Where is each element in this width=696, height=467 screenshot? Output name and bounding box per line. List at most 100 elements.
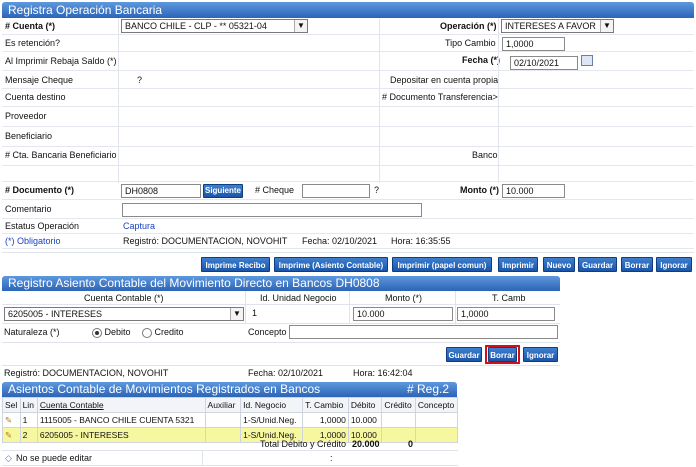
footer-colon: : (330, 453, 333, 463)
asiento-hora-text: Hora: 16:42:04 (353, 368, 413, 378)
toolbar: Imprime Recibo Imprime (Asiento Contable… (2, 252, 694, 275)
row-cuenta: # Cuenta (*) BANCO CHILE - CLP - ** 0532… (2, 18, 694, 35)
table-header-row: Sel Lin Cuenta Contable Auxiliar Id. Neg… (2, 397, 459, 413)
asiento-value-row: 6205005 - INTERESES ▼ 1 10.000 1,0000 (2, 304, 560, 324)
mensaje-cheque-label: Mensaje Cheque (5, 75, 74, 85)
ignorar-button[interactable]: Ignorar (656, 257, 692, 272)
asientos-list-title-text: Asientos Contable de Movimientos Registr… (8, 382, 321, 396)
concepto-input[interactable] (289, 325, 558, 339)
naturaleza-label: Naturaleza (*) (4, 327, 60, 337)
doc-transferencia-label: # Documento Transferencia> (382, 92, 498, 102)
col-concepto: Concepto (414, 397, 459, 413)
guardar-button[interactable]: Guardar (578, 257, 617, 272)
asiento-col-divider (245, 291, 246, 323)
imprimir-papel-button[interactable]: Imprimir (papel comun) (392, 257, 492, 272)
row-destino: Cuenta destino # Documento Transferencia… (2, 89, 694, 107)
chevron-down-icon: ▼ (294, 20, 307, 32)
imprime-recibo-button[interactable]: Imprime Recibo (201, 257, 270, 272)
footer-divider (202, 451, 203, 465)
col-tcamb-label: T. Camb (492, 293, 526, 303)
tipo-cambio-input[interactable]: 1,0000 (502, 37, 565, 51)
asientos-list-title: Asientos Contable de Movimientos Registr… (2, 382, 457, 397)
cuenta-destino-label: Cuenta destino (5, 92, 66, 102)
imprime-asiento-button[interactable]: Imprime (Asiento Contable) (274, 257, 388, 272)
table-row[interactable]: ✎ 1 1115005 - BANCO CHILE CUENTA 5321 1-… (2, 412, 459, 428)
debito-radio[interactable] (92, 327, 102, 338)
nuevo-button[interactable]: Nuevo (543, 257, 575, 272)
form-title: Registra Operación Bancaria (2, 2, 694, 18)
siguiente-button[interactable]: Siguiente (203, 184, 243, 198)
cheque-input[interactable] (302, 184, 370, 198)
row-mensaje: Mensaje Cheque ? Depositar en cuenta pro… (2, 71, 694, 89)
monto-input[interactable]: 10.000 (502, 184, 565, 198)
asiento-col-divider (349, 291, 350, 323)
asiento-buttons-row: Guardar Borrar Ignorar (2, 342, 560, 366)
cta-bancaria-label: # Cta. Bancaria Beneficiario (5, 150, 117, 160)
col-debito: Débito (347, 397, 383, 413)
comentario-label: Comentario (5, 204, 52, 214)
form-col-divider (118, 18, 119, 183)
operacion-select[interactable]: INTERESES A FAVOR ▼ (501, 19, 614, 33)
documento-input[interactable]: DH0808 (121, 184, 201, 198)
cell-auxiliar (204, 412, 242, 428)
comentario-input[interactable] (122, 203, 422, 217)
tipo-cambio-label: Tipo Cambio (445, 38, 496, 48)
asiento-header-row: Cuenta Contable (*) Id. Unidad Negocio M… (2, 291, 560, 305)
operacion-select-value: INTERESES A FAVOR (505, 21, 596, 31)
col-tcambio: T. Cambio (302, 397, 349, 413)
obligatorio-label: (*) Obligatorio (5, 236, 61, 246)
cuenta-select-value: BANCO CHILE - CLP - ** 05321-04 (125, 21, 267, 31)
row-comentario: Comentario (2, 200, 694, 219)
cuenta-select[interactable]: BANCO CHILE - CLP - ** 05321-04 ▼ (121, 19, 308, 33)
imprimir-button[interactable]: Imprimir (498, 257, 538, 272)
row-proveedor: Proveedor (2, 107, 694, 127)
operacion-label: Operación (*) (440, 21, 497, 31)
asiento-cuenta-select[interactable]: 6205005 - INTERESES ▼ (4, 307, 244, 321)
chevron-down-icon: ▼ (600, 20, 613, 32)
beneficiario-label: Beneficiario (5, 131, 53, 141)
asiento-panel: Cuenta Contable (*) Id. Unidad Negocio M… (2, 291, 560, 381)
debito-radio-group[interactable]: Debito (92, 327, 131, 338)
cell-negocio: 1-S/Unid.Neg. (240, 412, 304, 428)
asiento-tcamb-input[interactable]: 1,0000 (457, 307, 555, 321)
asiento-monto-input[interactable]: 10.000 (353, 307, 453, 321)
asiento-fecha-text: Fecha: 02/10/2021 (248, 368, 324, 378)
fecha-input[interactable]: 02/10/2021 (510, 56, 578, 70)
borrar-button[interactable]: Borrar (621, 257, 653, 272)
estatus-label: Estatus Operación (5, 221, 80, 231)
col-monto-label: Monto (*) (385, 293, 423, 303)
cell-lin: 1 (19, 412, 38, 428)
row-cta-bancaria: # Cta. Bancaria Beneficiario Banco (2, 147, 694, 166)
asiento-naturaleza-row: Naturaleza (*) Debito Credito Concepto (2, 323, 560, 343)
row-obligatorio: (*) Obligatorio Registró: DOCUMENTACION,… (2, 234, 694, 249)
asiento-guardar-button[interactable]: Guardar (446, 347, 482, 362)
hora-registro-text: Hora: 16:35:55 (391, 236, 451, 246)
col-lin: Lin (19, 397, 38, 413)
row-retencion: Es retención? Tipo Cambio 1,0000 (2, 35, 694, 52)
depositar-label: Depositar en cuenta propia (390, 75, 499, 85)
col-credito: Crédito (381, 397, 416, 413)
asiento-registro-row: Registró: DOCUMENTACION, NOVOHIT Fecha: … (2, 365, 560, 381)
mensaje-question-icon[interactable]: ? (137, 75, 142, 85)
cell-tcambio: 1,0000 (302, 412, 349, 428)
documento-label: # Documento (*) (5, 185, 75, 195)
asiento-ignorar-button[interactable]: Ignorar (523, 347, 558, 362)
credito-radio[interactable] (142, 327, 152, 338)
cheque-question-icon[interactable]: ? (374, 185, 379, 195)
total-credito: 0 (408, 439, 414, 449)
calendar-icon[interactable] (581, 55, 593, 66)
fecha-label: Fecha (*) (462, 55, 501, 65)
col-cuenta-contable[interactable]: Cuenta Contable (36, 397, 206, 413)
reg-count: # Reg.2 (406, 382, 449, 396)
asiento-cuenta-value: 6205005 - INTERESES (8, 309, 103, 319)
edit-pencil-icon[interactable]: ✎ (2, 412, 21, 428)
banco-label: Banco (472, 150, 498, 160)
cell-concepto (414, 412, 459, 428)
info-diamond-icon: ◇ (5, 453, 12, 463)
col-cuenta-label: Cuenta Contable (*) (84, 293, 164, 303)
row-al-imprimir: Al Imprimir Rebaja Saldo (*) Fecha (*) 0… (2, 52, 694, 71)
credito-radio-group[interactable]: Credito (142, 327, 184, 338)
monto-label: Monto (*) (460, 185, 499, 195)
col-unidad-label: Id. Unidad Negocio (260, 293, 337, 303)
asiento-borrar-button[interactable]: Borrar (488, 347, 517, 362)
